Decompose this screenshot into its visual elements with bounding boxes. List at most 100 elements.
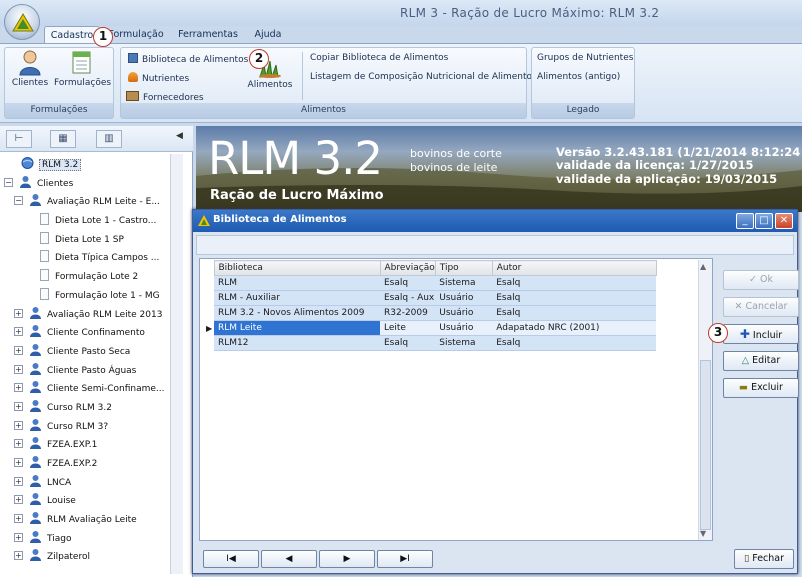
group-label: Formulações [5, 103, 113, 118]
incluir-button[interactable]: ✚ Incluir [723, 324, 799, 344]
formulacoes-button[interactable]: Formulações [54, 50, 111, 88]
tree-item-label: RLM Avaliação Leite [47, 515, 137, 526]
table-cell: Adapatado NRC (2001) [492, 320, 657, 336]
tree-item[interactable]: + Avaliação RLM Leite 2013 [4, 306, 170, 325]
expand-icon[interactable]: + [14, 514, 23, 524]
col-tipo[interactable]: Tipo [434, 260, 493, 276]
editar-button[interactable]: △ Editar [723, 351, 799, 371]
cancelar-button[interactable]: ✕ Cancelar [723, 297, 799, 317]
excluir-button[interactable]: ▬ Excluir [723, 378, 799, 398]
expand-icon[interactable]: + [14, 364, 23, 374]
tree-item[interactable]: Dieta Lote 1 - Castro... [4, 212, 170, 231]
expand-icon[interactable]: + [14, 439, 23, 449]
sheet-icon [72, 51, 91, 74]
table-row[interactable]: RLM12 Esalq Sistema Esalq [206, 335, 657, 351]
editar-label: Editar [752, 355, 781, 366]
expand-icon[interactable]: + [14, 476, 23, 486]
tree-item[interactable]: + Cliente Pasto Águas [4, 362, 170, 381]
copiar-biblioteca-button[interactable]: Copiar Biblioteca de Alimentos [310, 53, 448, 63]
fornecedores-button[interactable]: Fornecedores [126, 91, 204, 103]
nutrientes-button[interactable]: Nutrientes [128, 72, 189, 84]
tree-item-label: Tiago [47, 533, 72, 544]
clientes-button[interactable]: Clientes [10, 50, 50, 88]
listagem-composicao-button[interactable]: Listagem de Composição Nutricional de Al… [310, 72, 537, 82]
expand-icon[interactable]: + [14, 532, 23, 542]
expand-icon[interactable]: + [14, 345, 23, 355]
tree-item[interactable]: + Curso RLM 3? [4, 418, 170, 437]
close-button[interactable]: ✕ [775, 213, 793, 229]
expand-icon[interactable]: + [14, 383, 23, 393]
table-row[interactable]: RLM 3.2 - Novos Alimentos 2009 R32-2009 Us… [206, 305, 657, 321]
col-abreviacao[interactable]: Abreviação [379, 260, 436, 276]
dialog-title: Biblioteca de Alimentos [213, 214, 347, 225]
first-record-button[interactable]: I◀ [203, 550, 259, 568]
col-autor[interactable]: Autor [491, 260, 657, 276]
tab-cadastro[interactable]: Cadastro [44, 26, 100, 44]
app-menu-button[interactable] [4, 4, 40, 40]
tree-item[interactable]: + RLM Avaliação Leite [4, 511, 170, 530]
tree-item[interactable]: + Zilpaterol [4, 548, 170, 567]
tab-ajuda[interactable]: Ajuda [250, 26, 286, 44]
tree-item[interactable]: + Tiago [4, 530, 170, 549]
tree-item[interactable]: + Cliente Confinamento [4, 324, 170, 343]
tree-item[interactable]: Formulação Lote 2 [4, 268, 170, 287]
expand-icon[interactable]: + [14, 308, 23, 318]
scroll-up-icon[interactable]: ▲ [700, 262, 706, 271]
tree-item[interactable]: + FZEA.EXP.1 [4, 436, 170, 455]
expand-icon[interactable]: + [14, 495, 23, 505]
table-row[interactable]: RLM Esalq Sistema Esalq [206, 275, 657, 291]
tree-item[interactable]: − Clientes [4, 175, 170, 194]
callout-3: 3 [708, 323, 728, 343]
biblioteca-label: Biblioteca de Alimentos [142, 55, 249, 65]
prev-record-button[interactable]: ◀ [261, 550, 317, 568]
alimentos-antigo-button[interactable]: Alimentos (antigo) [537, 72, 620, 82]
alimentos-label: Alimentos [247, 80, 293, 90]
grid-view-icon[interactable]: ▦ [50, 130, 76, 148]
last-record-button[interactable]: ▶I [377, 550, 433, 568]
maximize-button[interactable]: □ [755, 213, 773, 229]
ok-button[interactable]: ✓ Ok [723, 270, 799, 290]
grid-scrollbar[interactable]: ▲ ▼ [698, 260, 712, 540]
tree-item-label: FZEA.EXP.2 [47, 459, 98, 469]
tree-item[interactable]: Dieta Lote 1 SP [4, 231, 170, 250]
tab-label: Ajuda [254, 29, 282, 40]
tree-item[interactable]: + LNCA [4, 474, 170, 493]
grupos-nutrientes-button[interactable]: Grupos de Nutrientes [537, 53, 633, 63]
minimize-button[interactable]: _ [736, 213, 754, 229]
tree-item[interactable]: + FZEA.EXP.2 [4, 455, 170, 474]
tree-item-label: Curso RLM 3.2 [47, 402, 112, 413]
fechar-button[interactable]: ▯ Fechar [734, 549, 794, 569]
scroll-down-icon[interactable]: ▼ [700, 529, 706, 538]
tree-item[interactable]: Formulação lote 1 - MG [4, 287, 170, 306]
expand-icon[interactable]: + [14, 551, 23, 561]
tab-ferramentas[interactable]: Ferramentas [176, 26, 240, 44]
next-record-button[interactable]: ▶ [319, 550, 375, 568]
tree-item[interactable]: − Avaliação RLM Leite - E... [4, 193, 170, 212]
tree-item-label: Clientes [37, 178, 74, 189]
biblioteca-button[interactable]: Biblioteca de Alimentos [128, 53, 248, 65]
collapse-pane-icon[interactable]: ◀ [176, 131, 183, 141]
person-icon [19, 50, 41, 76]
tree-item[interactable]: Dieta Típica Campos ... [4, 249, 170, 268]
expand-icon[interactable]: + [14, 420, 23, 430]
tree-item[interactable]: + Curso RLM 3.2 [4, 399, 170, 418]
tree-item[interactable]: + Louise [4, 492, 170, 511]
tree-item[interactable]: RLM 3.2 [4, 156, 170, 175]
table-row[interactable]: ▶ RLM Leite Leite Usuário Adapatado NRC (200… [206, 320, 657, 336]
col-biblioteca[interactable]: Biblioteca [213, 260, 381, 276]
tab-formulacao[interactable]: Formulação [108, 26, 164, 44]
collapse-icon[interactable]: − [4, 177, 13, 187]
collapse-icon[interactable]: − [14, 196, 23, 206]
tree-item[interactable]: + Cliente Semi-Confiname... [4, 380, 170, 399]
table-row[interactable]: RLM - Auxiliar Esalq - Aux Usuário Esalq [206, 290, 657, 306]
expand-icon[interactable]: + [14, 458, 23, 467]
tree-scrollbar[interactable] [170, 154, 183, 574]
expand-icon[interactable]: + [14, 401, 23, 411]
tree-item[interactable]: + Cliente Pasto Seca [4, 343, 170, 362]
scroll-thumb[interactable] [700, 360, 711, 530]
dialog-title-bar: Biblioteca de Alimentos [193, 210, 797, 232]
tree-view-icon[interactable]: ⊢ [6, 130, 32, 148]
expand-icon[interactable]: + [14, 327, 23, 337]
chart-view-icon[interactable]: ▥ [96, 130, 122, 148]
tree-item-label: Avaliação RLM Leite - E... [47, 197, 160, 208]
